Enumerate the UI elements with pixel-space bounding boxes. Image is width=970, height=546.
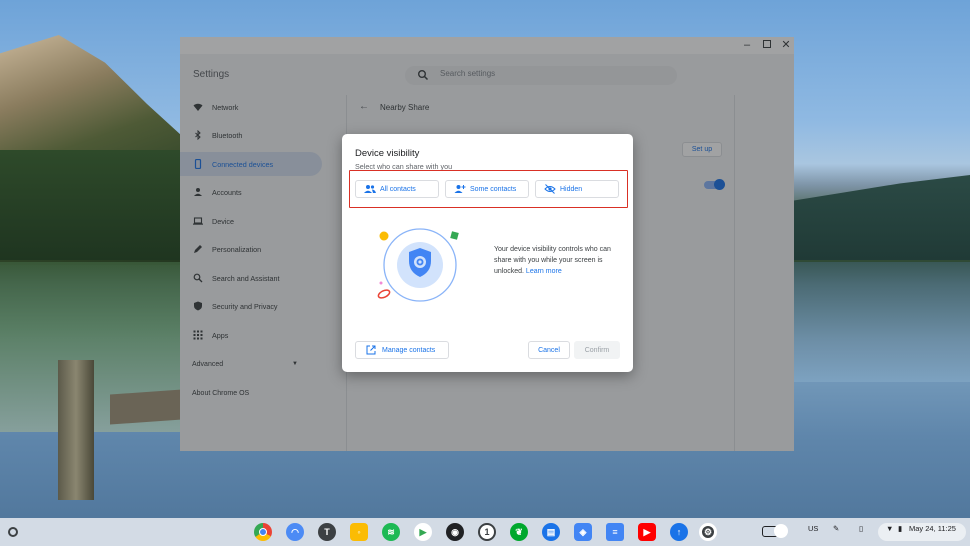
wooden-post: [58, 360, 94, 500]
launcher-icon[interactable]: [8, 527, 18, 537]
open-external-icon: [365, 345, 377, 355]
clock[interactable]: May 24, 11:25: [909, 524, 956, 533]
forest: [0, 150, 185, 260]
visibility-illustration: [377, 228, 459, 302]
app-2-icon[interactable]: ◠: [286, 523, 304, 541]
option-label: Hidden: [560, 185, 583, 193]
hidden-option[interactable]: Hidden: [535, 180, 619, 198]
device-visibility-dialog: Device visibility Select who can share w…: [342, 134, 633, 372]
learn-more-link[interactable]: Learn more: [526, 268, 562, 275]
app-letter: 1: [484, 527, 490, 537]
confirm-button[interactable]: Confirm: [574, 341, 620, 359]
play-store-icon[interactable]: ▶: [414, 523, 432, 541]
people-icon: [364, 184, 376, 194]
shelf: ◠ T ◦ ≋ ▶ ◉ 1 ❦ ▤ ◈ ≡ ▶ ↑ ⚙ US ✎ ▯ ▼ ▮ M…: [0, 518, 970, 546]
spotify-icon[interactable]: ≋: [382, 523, 400, 541]
evernote-icon[interactable]: ❦: [510, 523, 528, 541]
wooden-dock: [110, 389, 182, 425]
option-label: Some contacts: [470, 185, 517, 193]
ime-indicator[interactable]: US: [808, 524, 818, 533]
manage-contacts-button[interactable]: Manage contacts: [355, 341, 449, 359]
app-t-icon[interactable]: T: [318, 523, 336, 541]
youtube-icon[interactable]: ▶: [638, 523, 656, 541]
1password-icon[interactable]: 1: [478, 523, 496, 541]
all-contacts-option[interactable]: All contacts: [355, 180, 439, 198]
wifi-status-icon: ▼: [886, 524, 894, 533]
settings-gear-icon[interactable]: ⚙: [699, 523, 717, 541]
visibility-description: Your device visibility controls who can …: [494, 244, 622, 277]
some-contacts-option[interactable]: Some contacts: [445, 180, 529, 198]
cancel-button[interactable]: Cancel: [528, 341, 570, 359]
app-letter: T: [324, 527, 330, 537]
stylus-icon[interactable]: ✎: [833, 524, 839, 533]
chrome-icon[interactable]: [254, 523, 272, 541]
phone-hub-icon[interactable]: ▯: [859, 524, 863, 533]
lake-reflection: [794, 262, 970, 382]
option-label: All contacts: [380, 185, 416, 193]
app-11-icon[interactable]: ◈: [574, 523, 592, 541]
keep-icon[interactable]: ◦: [350, 523, 368, 541]
person-add-icon: [454, 184, 466, 194]
forest: [794, 175, 970, 260]
manage-contacts-label: Manage contacts: [382, 346, 436, 354]
app-7-icon[interactable]: ◉: [446, 523, 464, 541]
overview-toggle-icon[interactable]: [762, 524, 788, 538]
docs-icon[interactable]: ≡: [606, 523, 624, 541]
dialog-title: Device visibility: [355, 148, 420, 159]
battery-icon: ▮: [898, 524, 903, 533]
upload-icon[interactable]: ↑: [670, 523, 688, 541]
eye-off-icon: [544, 184, 556, 194]
messages-icon[interactable]: ▤: [542, 523, 560, 541]
